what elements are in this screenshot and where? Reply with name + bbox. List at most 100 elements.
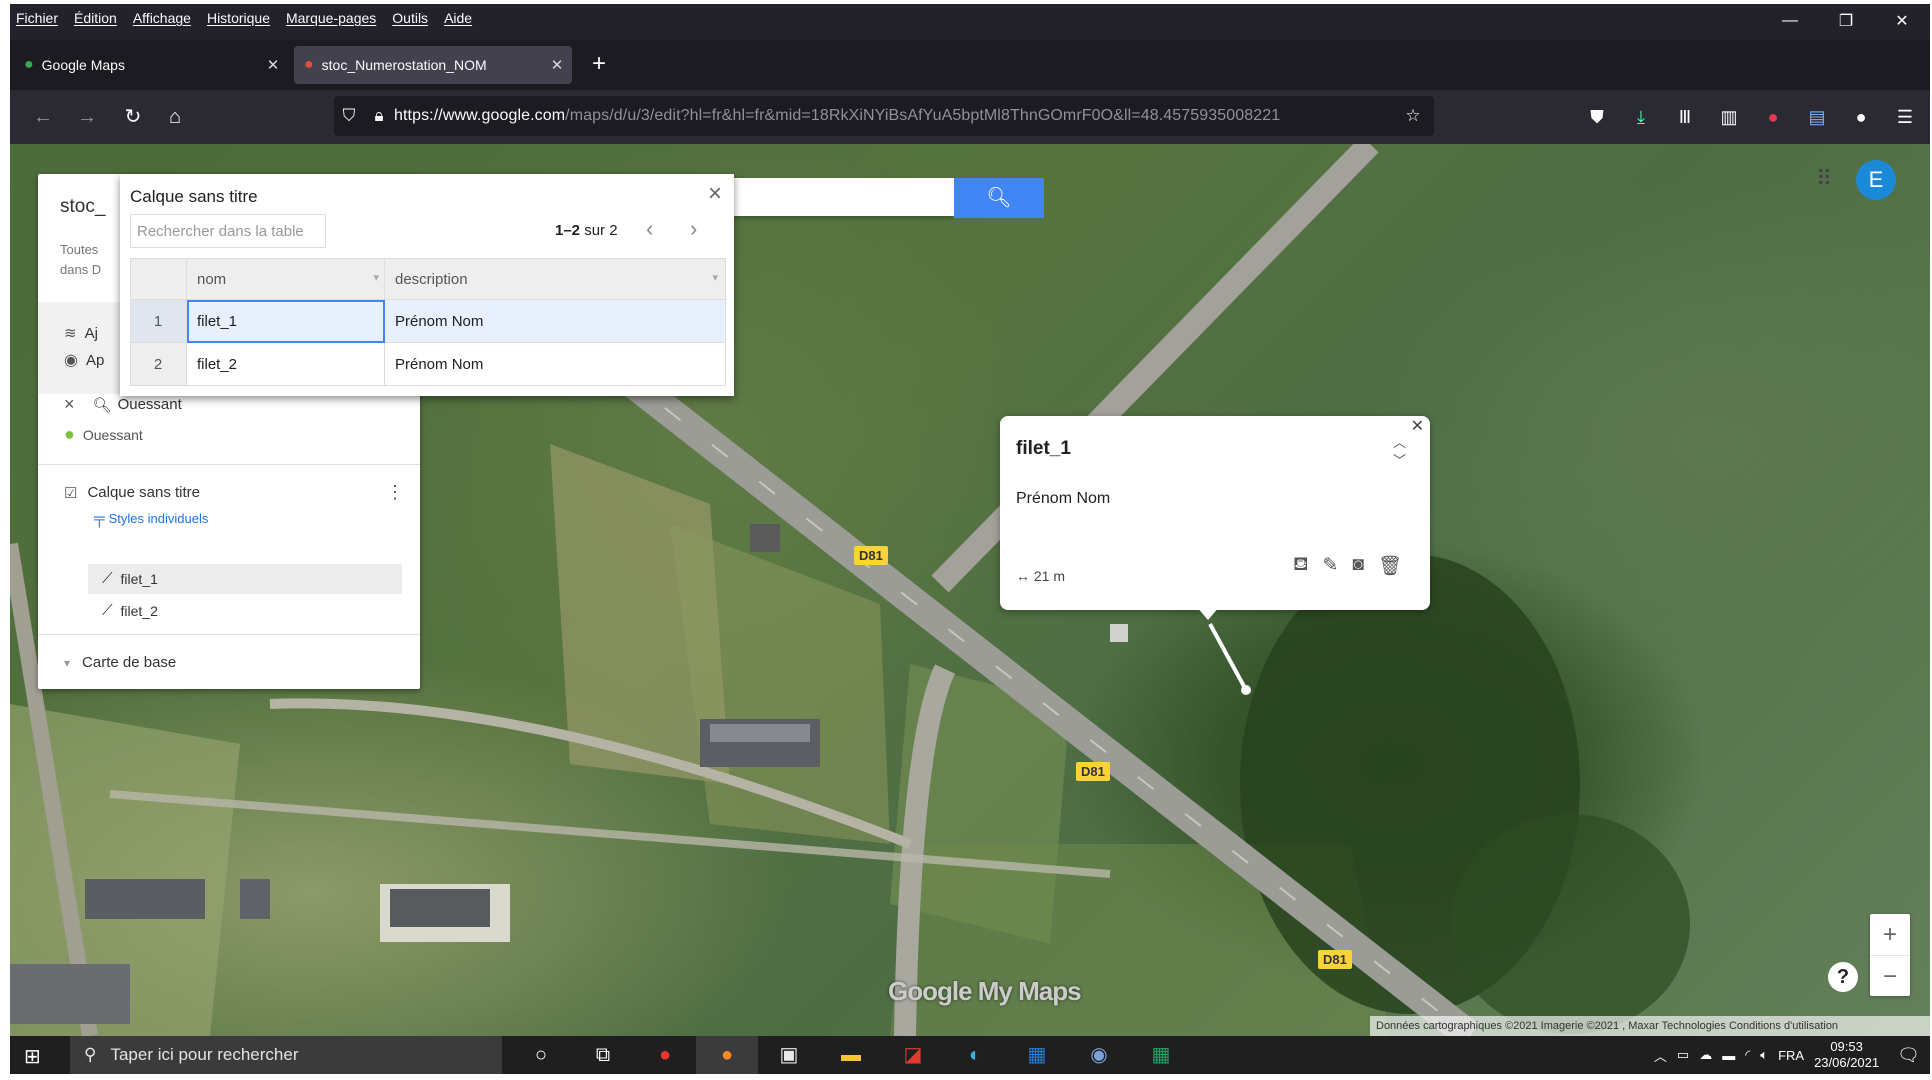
edit-pencil-icon[interactable]: ✎ — [1322, 554, 1338, 578]
camera-icon[interactable]: ◙ — [1352, 554, 1363, 578]
menu-marque-pages[interactable]: Marque-pages — [286, 10, 376, 26]
styles-link[interactable]: ╤ Styles individuels — [94, 510, 208, 527]
task-view-icon[interactable]: ⧉ — [572, 1036, 634, 1074]
pocket-icon[interactable]: ⛊ — [1582, 102, 1612, 132]
battery-icon[interactable]: ▬ — [1722, 1048, 1735, 1063]
menu-historique[interactable]: Historique — [207, 10, 270, 26]
close-icon[interactable]: × — [708, 180, 722, 208]
menu-fichier[interactable]: Fichier — [16, 10, 58, 26]
forward-icon[interactable]: → — [72, 102, 102, 132]
notifications-icon[interactable]: 🗨︎ — [1897, 1045, 1920, 1066]
help-icon[interactable]: ? — [1828, 962, 1858, 992]
zoom-out-button[interactable]: − — [1870, 955, 1910, 997]
chevron-up-icon[interactable]: ︿ — [1393, 434, 1406, 452]
lock-icon[interactable]: 🔒︎ — [364, 106, 394, 126]
chevron-down-icon[interactable]: ▾ — [64, 656, 70, 670]
volume-icon[interactable]: 🔈︎ — [1760, 1047, 1768, 1063]
search-button[interactable]: 🔍︎ — [954, 178, 1044, 218]
cloud-icon[interactable]: ☁ — [1699, 1047, 1712, 1063]
layer-row[interactable]: ☑ Calque sans titre ⋮ — [64, 482, 404, 503]
more-options-icon[interactable]: ⋮ — [386, 482, 404, 503]
reload-icon[interactable]: ↻ — [118, 102, 148, 132]
cell-nom[interactable]: filet_2 — [186, 342, 385, 386]
cortana-icon[interactable]: ○ — [510, 1036, 572, 1074]
download-icon[interactable]: ⤓ — [1626, 102, 1656, 132]
cell-nom[interactable]: filet_1 — [186, 299, 385, 343]
app-icon[interactable]: ◪ — [882, 1036, 944, 1074]
edge-icon[interactable]: ◐ — [944, 1036, 1006, 1074]
search-icon: ⚲ — [84, 1045, 97, 1064]
network-icon[interactable]: ◜ — [1745, 1047, 1750, 1063]
cell-description[interactable]: Prénom Nom — [384, 342, 726, 386]
store-icon[interactable]: ▣ — [758, 1036, 820, 1074]
table-row[interactable]: 2 filet_2 Prénom Nom — [130, 342, 726, 386]
tab-stoc[interactable]: ● stoc_Numerostation_NOM ✕ — [294, 46, 572, 84]
file-explorer-icon[interactable]: ▬ — [820, 1036, 882, 1074]
next-page-icon[interactable]: › — [690, 216, 697, 242]
back-icon[interactable]: ← — [28, 102, 58, 132]
map-search-input[interactable] — [734, 178, 954, 216]
column-header[interactable]: description ▾ — [384, 258, 726, 300]
taskbar-search[interactable]: ⚲ Taper ici pour rechercher — [70, 1036, 502, 1074]
tablet-icon[interactable]: ▭ — [1677, 1047, 1689, 1063]
menu-edition[interactable]: Édition — [74, 10, 117, 26]
close-tab-icon[interactable]: ✕ — [542, 56, 572, 74]
menu-outils[interactable]: Outils — [392, 10, 428, 26]
zoom-in-button[interactable]: + — [1870, 914, 1910, 955]
add-layer-action[interactable]: ≋ Aj — [64, 324, 98, 343]
document-icon[interactable]: ▤ — [1802, 102, 1832, 132]
language-indicator[interactable]: FRA — [1778, 1048, 1804, 1063]
table-search-input[interactable]: Rechercher dans la table — [130, 214, 326, 248]
chevron-down-icon[interactable]: ﹀ — [1393, 452, 1406, 470]
shield-icon[interactable]: ⛉ — [334, 106, 364, 126]
windows-start-icon[interactable]: ⊞ — [24, 1044, 41, 1069]
table-row[interactable]: 1 filet_1 Prénom Nom — [130, 299, 726, 343]
trash-icon[interactable]: 🗑︎ — [1378, 554, 1402, 578]
search-icon: 🔍︎ — [92, 396, 112, 414]
minimize-icon[interactable]: — — [1762, 4, 1818, 38]
map-attribution[interactable]: Données cartographiques ©2021 Imagerie ©… — [1370, 1016, 1930, 1036]
apps-grid-icon[interactable]: ⠿ — [1816, 166, 1842, 192]
extension-icon[interactable]: ● — [1758, 102, 1788, 132]
prev-page-icon[interactable]: ‹ — [646, 216, 653, 242]
menu-affichage[interactable]: Affichage — [133, 10, 191, 26]
checkbox-icon[interactable]: ☑ — [64, 484, 77, 502]
r-icon[interactable]: ◉ — [1068, 1036, 1130, 1074]
search-layer-row[interactable]: × 🔍︎ Ouessant — [64, 394, 182, 415]
clock[interactable]: 09:53 23/06/2021 — [1814, 1039, 1879, 1071]
place-result[interactable]: ● Ouessant — [64, 424, 143, 445]
base-map-row[interactable]: ▾ Carte de base — [64, 654, 176, 671]
word-icon[interactable]: ▦ — [1006, 1036, 1068, 1074]
feature-row-1[interactable]: ⟋ filet_1 — [102, 570, 158, 587]
tab-google-maps[interactable]: ● Google Maps ✕ — [14, 46, 288, 84]
chevron-up-icon[interactable]: ︿ — [1654, 1046, 1667, 1065]
line-icon: ⟋ — [102, 570, 113, 587]
bookmark-star-icon[interactable]: ☆ — [1398, 106, 1428, 126]
restore-icon[interactable]: ❐ — [1818, 4, 1874, 38]
excel-icon[interactable]: ▦ — [1130, 1036, 1192, 1074]
close-window-icon[interactable]: ✕ — [1874, 4, 1930, 38]
sidebar-icon[interactable]: ▥ — [1714, 102, 1744, 132]
feature-row-2[interactable]: ⟋ filet_2 — [102, 602, 158, 619]
close-tab-icon[interactable]: ✕ — [258, 56, 288, 74]
library-icon[interactable]: Ⅲ — [1670, 102, 1700, 132]
url-bar[interactable]: ⛉ 🔒︎ https://www.google.com/maps/d/u/3/e… — [334, 96, 1434, 136]
new-tab-icon[interactable]: + — [584, 50, 614, 80]
paint-bucket-icon[interactable]: ⛾ — [1293, 554, 1309, 578]
close-icon[interactable]: × — [64, 394, 75, 415]
close-icon[interactable]: ✕ — [1411, 416, 1424, 436]
map-canvas[interactable]: stoc_ Toutes dans D ≋ Aj ◉ Ap × 🔍︎ Ouess… — [10, 144, 1930, 1036]
preview-action[interactable]: ◉ Ap — [64, 350, 104, 370]
app-icon[interactable]: ● — [634, 1036, 696, 1074]
firefox-icon[interactable]: ● — [696, 1036, 758, 1074]
menu-icon[interactable]: ☰ — [1890, 102, 1920, 132]
paint-roller-icon: ╤ — [94, 510, 105, 527]
menu-aide[interactable]: Aide — [444, 10, 472, 26]
column-header[interactable]: nom ▾ — [186, 258, 385, 300]
url-text[interactable]: https://www.google.com/maps/d/u/3/edit?h… — [394, 107, 1398, 125]
profile-icon[interactable]: ● — [1846, 102, 1876, 132]
cell-description[interactable]: Prénom Nom — [384, 299, 726, 343]
avatar[interactable]: E — [1856, 160, 1896, 200]
map-title[interactable]: stoc_ — [60, 196, 105, 218]
home-icon[interactable]: ⌂ — [160, 102, 190, 132]
